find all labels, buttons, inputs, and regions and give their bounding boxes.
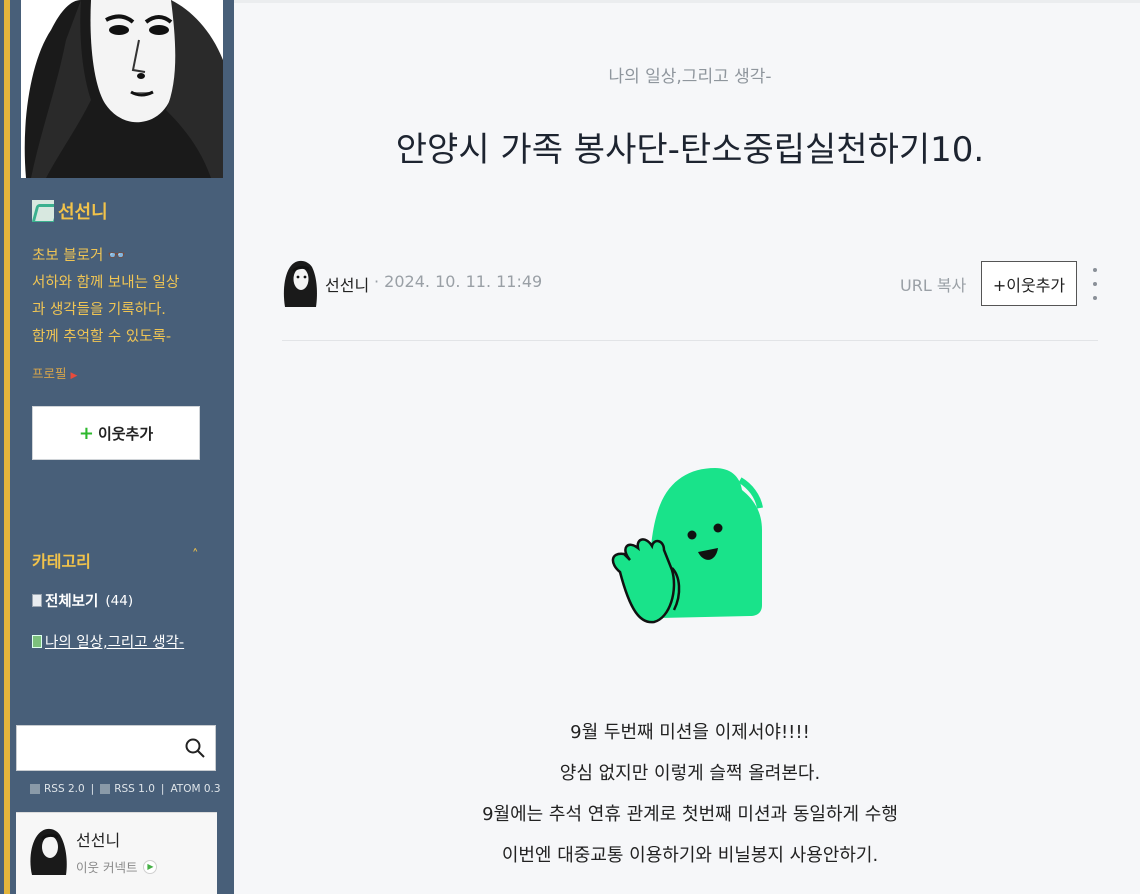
- rss-icon: [100, 784, 111, 794]
- author-avatar[interactable]: [282, 259, 318, 307]
- document-icon: [32, 594, 42, 607]
- profile-image[interactable]: [21, 0, 223, 178]
- add-neighbor-button-post[interactable]: +이웃추가: [981, 261, 1077, 306]
- blog-bio: 초보 블로거 👓 서하와 함께 보내는 일상 과 생각들을 기록하다. 함께 추…: [32, 243, 202, 351]
- sidebar-accent-stripe: [4, 0, 10, 894]
- category-label: 전체보기: [45, 594, 99, 610]
- neighbor-connect-label: 이웃 커넥트: [76, 860, 138, 875]
- profile-link-label: 프로필: [32, 366, 67, 381]
- post-body: 9월 두번째 미션을 이제서야!!!! 양심 없지만 이렇게 슬쩍 올려본다. …: [282, 712, 1098, 876]
- atom-link[interactable]: ATOM 0.3: [170, 783, 220, 795]
- add-neighbor-label: 이웃추가: [97, 424, 154, 443]
- category-title: 카테고리: [32, 552, 91, 571]
- bio-line: 과 생각들을 기록하다.: [32, 302, 166, 318]
- search-input[interactable]: [17, 726, 177, 770]
- body-line: 이번엔 대중교통 이용하기와 비닐봉지 사용안하기.: [501, 845, 879, 866]
- more-options-icon[interactable]: [1088, 268, 1102, 300]
- plus-icon: +: [78, 422, 94, 444]
- bio-line: 초보 블로거 👓: [32, 248, 126, 264]
- avatar[interactable]: [28, 827, 68, 875]
- profile-link[interactable]: 프로필 ▶: [32, 363, 77, 382]
- add-neighbor-button[interactable]: + 이웃추가: [32, 406, 200, 460]
- rss-1-link[interactable]: RSS 1.0: [114, 783, 155, 795]
- blog-logo-icon: [32, 200, 54, 222]
- body-line: 9월 두번째 미션을 이제서야!!!!: [570, 722, 810, 743]
- separator: |: [90, 783, 95, 795]
- neighbor-connect-widget: 선선니 이웃 커넥트 ▶: [16, 812, 217, 894]
- blog-owner[interactable]: 선선니: [32, 198, 108, 224]
- category-item-daily[interactable]: 나의 일상,그리고 생각-: [32, 631, 184, 652]
- widget-sub[interactable]: 이웃 커넥트 ▶: [76, 857, 158, 876]
- category-label: 나의 일상,그리고 생각-: [45, 635, 185, 651]
- sidebar: 선선니 초보 블로거 👓 서하와 함께 보내는 일상 과 생각들을 기록하다. …: [0, 0, 234, 894]
- post-title: 안양시 가족 봉사단-탄소중립실천하기10.: [395, 130, 985, 170]
- rss-icon: [30, 784, 40, 794]
- top-divider: [234, 0, 1140, 3]
- search-icon[interactable]: [185, 738, 205, 758]
- widget-name[interactable]: 선선니: [76, 827, 120, 851]
- body-line: 양심 없지만 이렇게 슬쩍 올려본다.: [559, 763, 821, 784]
- post-header-divider: [282, 340, 1098, 341]
- pencil-icon: [32, 635, 42, 648]
- sidebar-search: [16, 725, 216, 771]
- post-category[interactable]: 나의 일상,그리고 생각-: [282, 62, 1098, 87]
- bio-line: 함께 추억할 수 있도록-: [32, 329, 172, 345]
- rss-2-link[interactable]: RSS 2.0: [44, 783, 85, 795]
- chevron-up-icon[interactable]: ˄: [192, 548, 199, 563]
- waving-ghost-sticker: [611, 468, 763, 624]
- rss-links: RSS 2.0 | RSS 1.0 | ATOM 0.3: [30, 783, 221, 795]
- body-line: 9월에는 추석 연휴 관계로 첫번째 미션과 동일하게 수행: [482, 804, 898, 825]
- bio-line: 서하와 함께 보내는 일상: [32, 275, 180, 291]
- owner-name[interactable]: 선선니: [58, 198, 108, 224]
- separator: |: [160, 783, 165, 795]
- arrow-right-icon: ▶: [70, 371, 78, 381]
- category-count: (44): [105, 592, 134, 609]
- post-date: · 2024. 10. 11. 11:49: [374, 272, 543, 291]
- category-item-all[interactable]: 전체보기 (44): [32, 590, 133, 611]
- arrow-right-icon: ▶: [143, 859, 158, 874]
- author-name[interactable]: 선선니: [325, 272, 369, 296]
- url-copy-button[interactable]: URL 복사: [900, 272, 966, 296]
